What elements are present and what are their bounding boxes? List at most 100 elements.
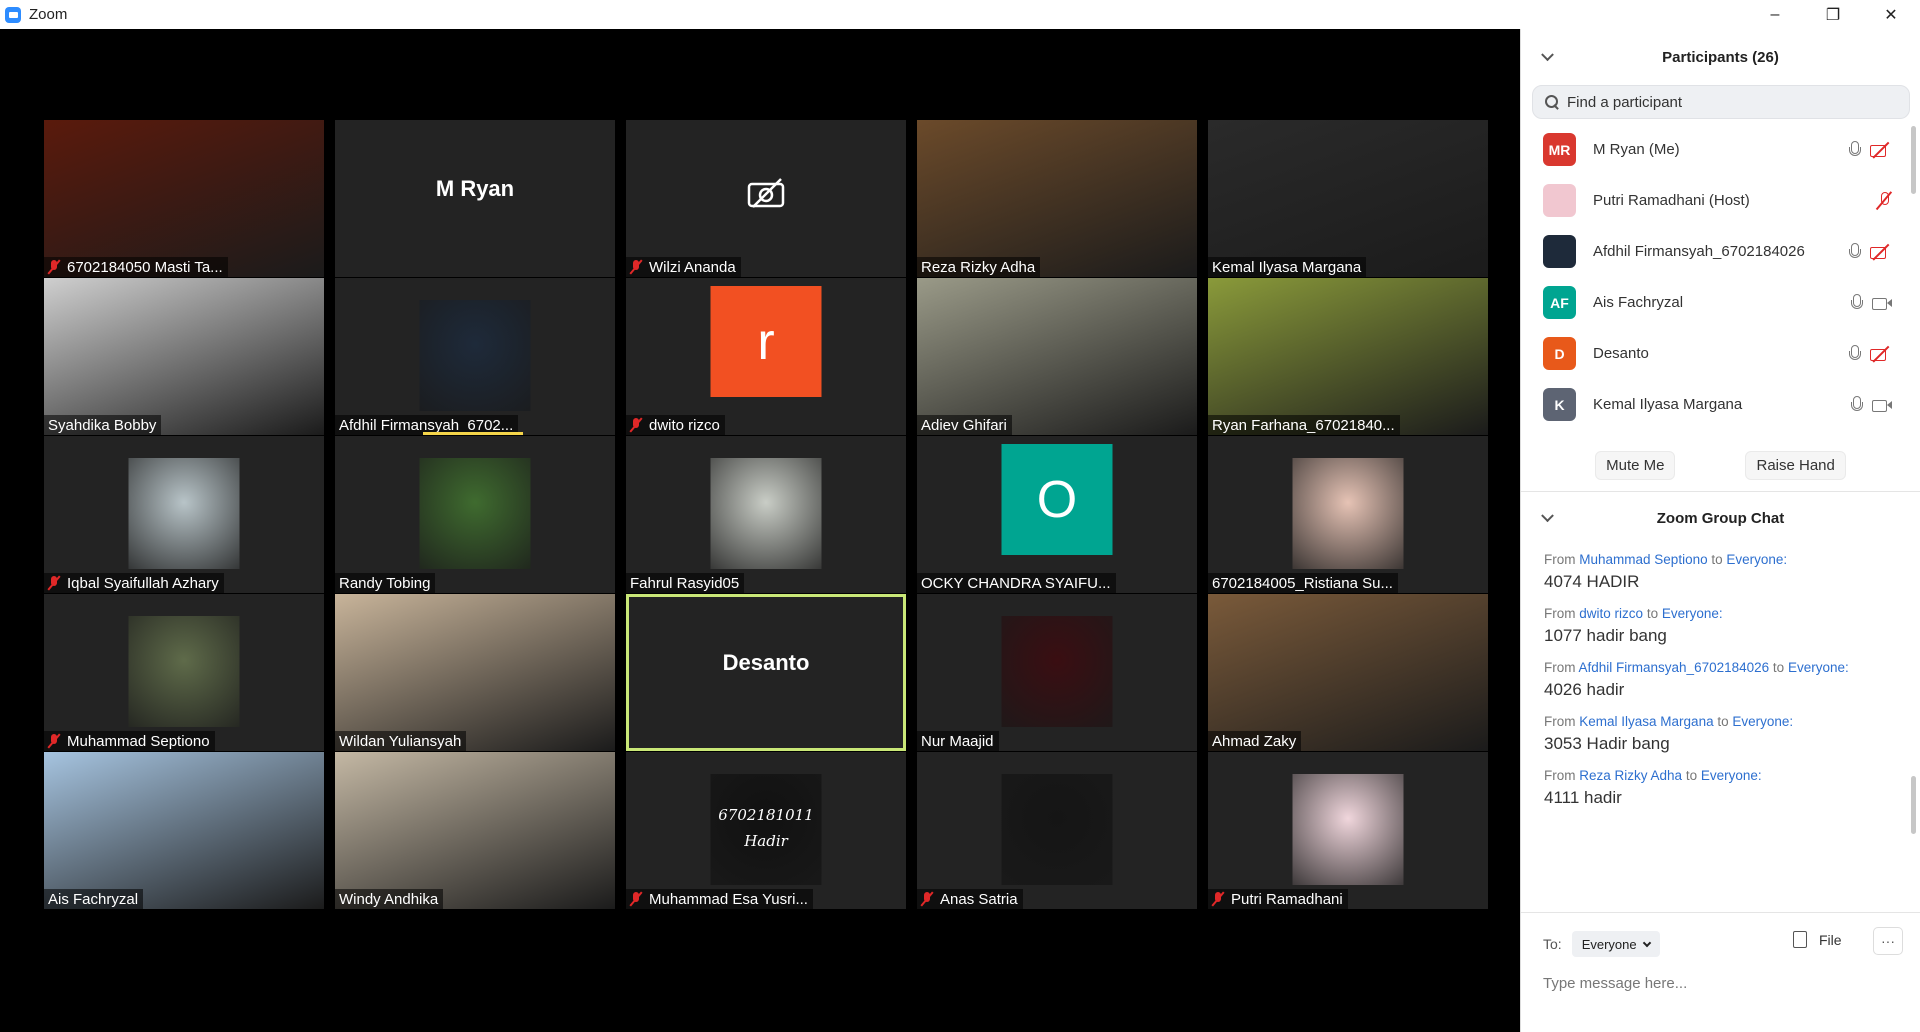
video-tile[interactable]: Windy Andhika (335, 752, 615, 909)
video-tile[interactable]: 6702184050 Masti Ta... (44, 120, 324, 277)
recipient-dropdown[interactable]: Everyone (1571, 931, 1660, 957)
chat-recipient[interactable]: Everyone: (1788, 660, 1849, 675)
chat-recipient[interactable]: Everyone: (1732, 714, 1793, 729)
chat-to-label: to (1646, 606, 1659, 621)
video-tile[interactable]: Ais Fachryzal (44, 752, 324, 909)
participant-row[interactable]: AF Ais Fachryzal (1521, 277, 1920, 328)
profile-picture (419, 300, 531, 411)
chat-message-text: 4074 HADIR (1544, 572, 1640, 591)
video-feed (1208, 120, 1488, 277)
video-tile[interactable]: 6702184005_Ristiana Su... (1208, 436, 1488, 593)
video-tile[interactable]: Randy Tobing (335, 436, 615, 593)
chat-messages[interactable]: From Muhammad Septiono to Everyone: 4074 … (1521, 544, 1920, 852)
participant-avatar: D (1543, 337, 1576, 370)
participant-name: Afdhil Firmansyah_6702... (339, 416, 514, 434)
participant-avatar: MR (1543, 133, 1576, 166)
participant-name: Adiev Ghifari (921, 416, 1007, 434)
collapse-chat-icon[interactable] (1541, 509, 1554, 523)
file-button[interactable]: File (1793, 931, 1842, 948)
chat-recipient[interactable]: Everyone: (1726, 552, 1787, 567)
chat-sender[interactable]: dwito rizco (1579, 606, 1643, 621)
participant-name-label: 6702184050 Masti Ta... (44, 257, 228, 277)
participant-name-label: Putri Ramadhani (1208, 889, 1348, 909)
participant-name-label: Iqbal Syaifullah Azhary (44, 573, 224, 593)
video-tile[interactable]: Wildan Yuliansyah (335, 594, 615, 751)
video-tile[interactable]: Muhammad Septiono (44, 594, 324, 751)
chat-scrollbar[interactable] (1911, 776, 1916, 834)
participant-row[interactable]: MR M Ryan (Me) (1521, 124, 1920, 175)
participant-name: Putri Ramadhani (1231, 890, 1343, 908)
video-tile[interactable]: Nur Maajid (917, 594, 1197, 751)
chat-sender[interactable]: Afdhil Firmansyah_6702184026 (1579, 660, 1770, 675)
participants-header: Participants (26) (1521, 29, 1920, 85)
participant-name: Fahrul Rasyid05 (630, 574, 740, 592)
chat-sender[interactable]: Kemal Ilyasa Margana (1579, 714, 1713, 729)
participant-name-label: Kemal Ilyasa Margana (1208, 257, 1367, 277)
video-tile[interactable]: Adiev Ghifari (917, 278, 1197, 435)
chat-message-input[interactable] (1543, 975, 1893, 992)
more-options-button[interactable]: ··· (1873, 927, 1903, 955)
participant-name-label: Muhammad Septiono (44, 731, 215, 751)
video-tile[interactable]: r dwito rizco (626, 278, 906, 435)
participant-list-name: M Ryan (Me) (1593, 141, 1680, 158)
chat-recipient[interactable]: Everyone: (1701, 768, 1762, 783)
participant-name-label: Reza Rizky Adha (917, 257, 1041, 277)
chat-message-meta: From Kemal Ilyasa Margana to Everyone: (1544, 714, 1898, 729)
participant-search[interactable] (1532, 85, 1910, 119)
raise-hand-button[interactable]: Raise Hand (1745, 451, 1846, 480)
video-feed (1208, 594, 1488, 751)
participant-search-input[interactable] (1567, 93, 1867, 111)
title-bar: Zoom – ❐ ✕ (0, 0, 1920, 29)
camera-off-icon (747, 177, 785, 208)
participant-name: Anas Satria (940, 890, 1018, 908)
video-tile[interactable]: Wilzi Ananda (626, 120, 906, 277)
participant-name: Nur Maajid (921, 732, 994, 750)
video-tile[interactable]: Fahrul Rasyid05 (626, 436, 906, 593)
video-tile[interactable]: Ahmad Zaky (1208, 594, 1488, 751)
participant-row[interactable]: K Kemal Ilyasa Margana (1521, 379, 1920, 430)
close-button[interactable]: ✕ (1862, 0, 1920, 29)
participant-list[interactable]: MR M Ryan (Me) Putri Ramadhani (Host) Afdhi… (1521, 124, 1920, 440)
avatar: r (710, 286, 822, 397)
participant-avatar (1543, 184, 1576, 217)
chat-sender[interactable]: Muhammad Septiono (1579, 552, 1707, 567)
video-tile[interactable]: Syahdika Bobby (44, 278, 324, 435)
mic-muted-icon (48, 576, 60, 590)
restore-button[interactable]: ❐ (1804, 0, 1862, 29)
video-tile[interactable]: Anas Satria (917, 752, 1197, 909)
video-off-icon (1870, 141, 1892, 159)
video-tile[interactable]: Kemal Ilyasa Margana (1208, 120, 1488, 277)
video-feed (44, 120, 324, 277)
recipient-row: To: Everyone (1543, 931, 1660, 957)
chat-recipient[interactable]: Everyone: (1662, 606, 1723, 621)
video-tile[interactable]: Reza Rizky Adha (917, 120, 1197, 277)
participant-status-icons (1876, 191, 1892, 211)
video-tile[interactable]: Ryan Farhana_67021840... (1208, 278, 1488, 435)
video-tile[interactable]: Afdhil Firmansyah_6702... (335, 278, 615, 435)
mic-muted-icon (921, 892, 933, 906)
minimize-button[interactable]: – (1746, 0, 1804, 29)
profile-picture (1292, 774, 1404, 885)
video-tile[interactable]: M Ryan (335, 120, 615, 277)
participant-name: Ahmad Zaky (1212, 732, 1297, 750)
video-feed (44, 752, 324, 909)
video-tile[interactable]: Desanto (626, 594, 906, 751)
participant-name: 6702184005_Ristiana Su... (1212, 574, 1393, 592)
mute-me-button[interactable]: Mute Me (1595, 451, 1676, 480)
participant-name-label: Muhammad Esa Yusri... (626, 889, 813, 909)
video-tile[interactable]: O OCKY CHANDRA SYAIFU... (917, 436, 1197, 593)
video-tile[interactable]: Iqbal Syaifullah Azhary (44, 436, 324, 593)
video-tile[interactable]: 6702181011 Hadir Muhammad Esa Yusri... (626, 752, 906, 909)
chat-title: Zoom Group Chat (1656, 509, 1785, 527)
participant-row[interactable]: D Desanto (1521, 328, 1920, 379)
video-camera-icon (1872, 296, 1892, 310)
participant-row[interactable]: Afdhil Firmansyah_6702184026 (1521, 226, 1920, 277)
mic-muted-icon (48, 260, 60, 274)
collapse-participants-icon[interactable] (1541, 48, 1554, 62)
video-off-icon (1870, 243, 1892, 261)
participant-row[interactable]: Putri Ramadhani (Host) (1521, 175, 1920, 226)
video-tile[interactable]: Putri Ramadhani (1208, 752, 1488, 909)
participant-name: Wilzi Ananda (649, 258, 736, 276)
participant-name: Kemal Ilyasa Margana (1212, 258, 1362, 276)
chat-sender[interactable]: Reza Rizky Adha (1579, 768, 1682, 783)
